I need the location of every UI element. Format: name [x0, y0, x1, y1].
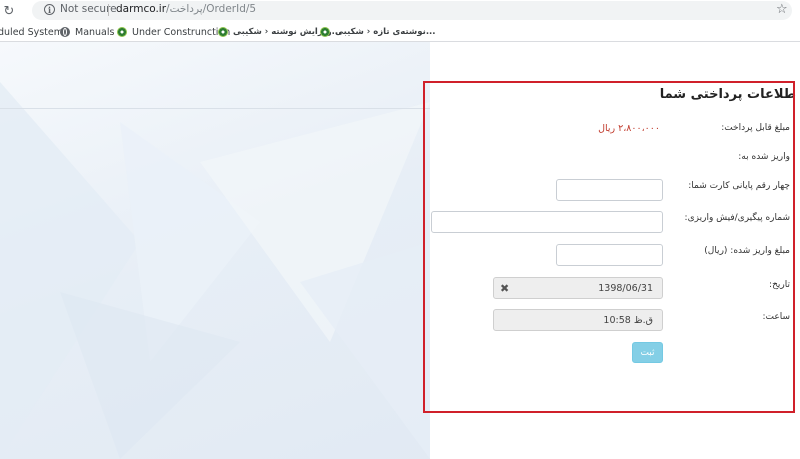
bookmark-label: نوشته‌ی تازه ‹ شکیبی...	[335, 27, 436, 37]
gear-icon	[218, 27, 228, 37]
gear-icon	[117, 27, 127, 37]
bookmarks-bar: duled System Manuals Under Construnction…	[0, 22, 800, 42]
background-decoration	[0, 82, 430, 459]
bookmark-label: duled System	[0, 26, 64, 38]
bookmark-under-construction[interactable]: Under Construnction	[117, 25, 230, 39]
highlight-frame	[423, 81, 795, 413]
url-domain: darmco.ir	[116, 3, 167, 15]
bookmark-label: Manuals	[75, 26, 115, 38]
url-text[interactable]: darmco.ir/پرداخت/OrderId/5	[116, 3, 256, 15]
bookmark-new-post[interactable]: نوشته‌ی تازه ‹ شکیبی...	[320, 25, 436, 39]
globe-icon	[60, 27, 70, 37]
gear-icon	[320, 27, 330, 37]
bookmark-manuals[interactable]: Manuals	[60, 25, 114, 39]
bookmark-label: Under Construnction	[132, 26, 231, 38]
star-icon[interactable]: ☆	[776, 2, 788, 17]
omnibox-separator	[108, 4, 109, 16]
bookmark-scheduled-system[interactable]: duled System	[0, 25, 63, 39]
address-bar: ↻ i Not secure darmco.ir/پرداخت/OrderId/…	[0, 0, 800, 23]
info-icon[interactable]: i	[44, 4, 55, 15]
url-path: /پرداخت/OrderId/5	[166, 3, 257, 15]
reload-icon[interactable]: ↻	[1, 3, 17, 19]
